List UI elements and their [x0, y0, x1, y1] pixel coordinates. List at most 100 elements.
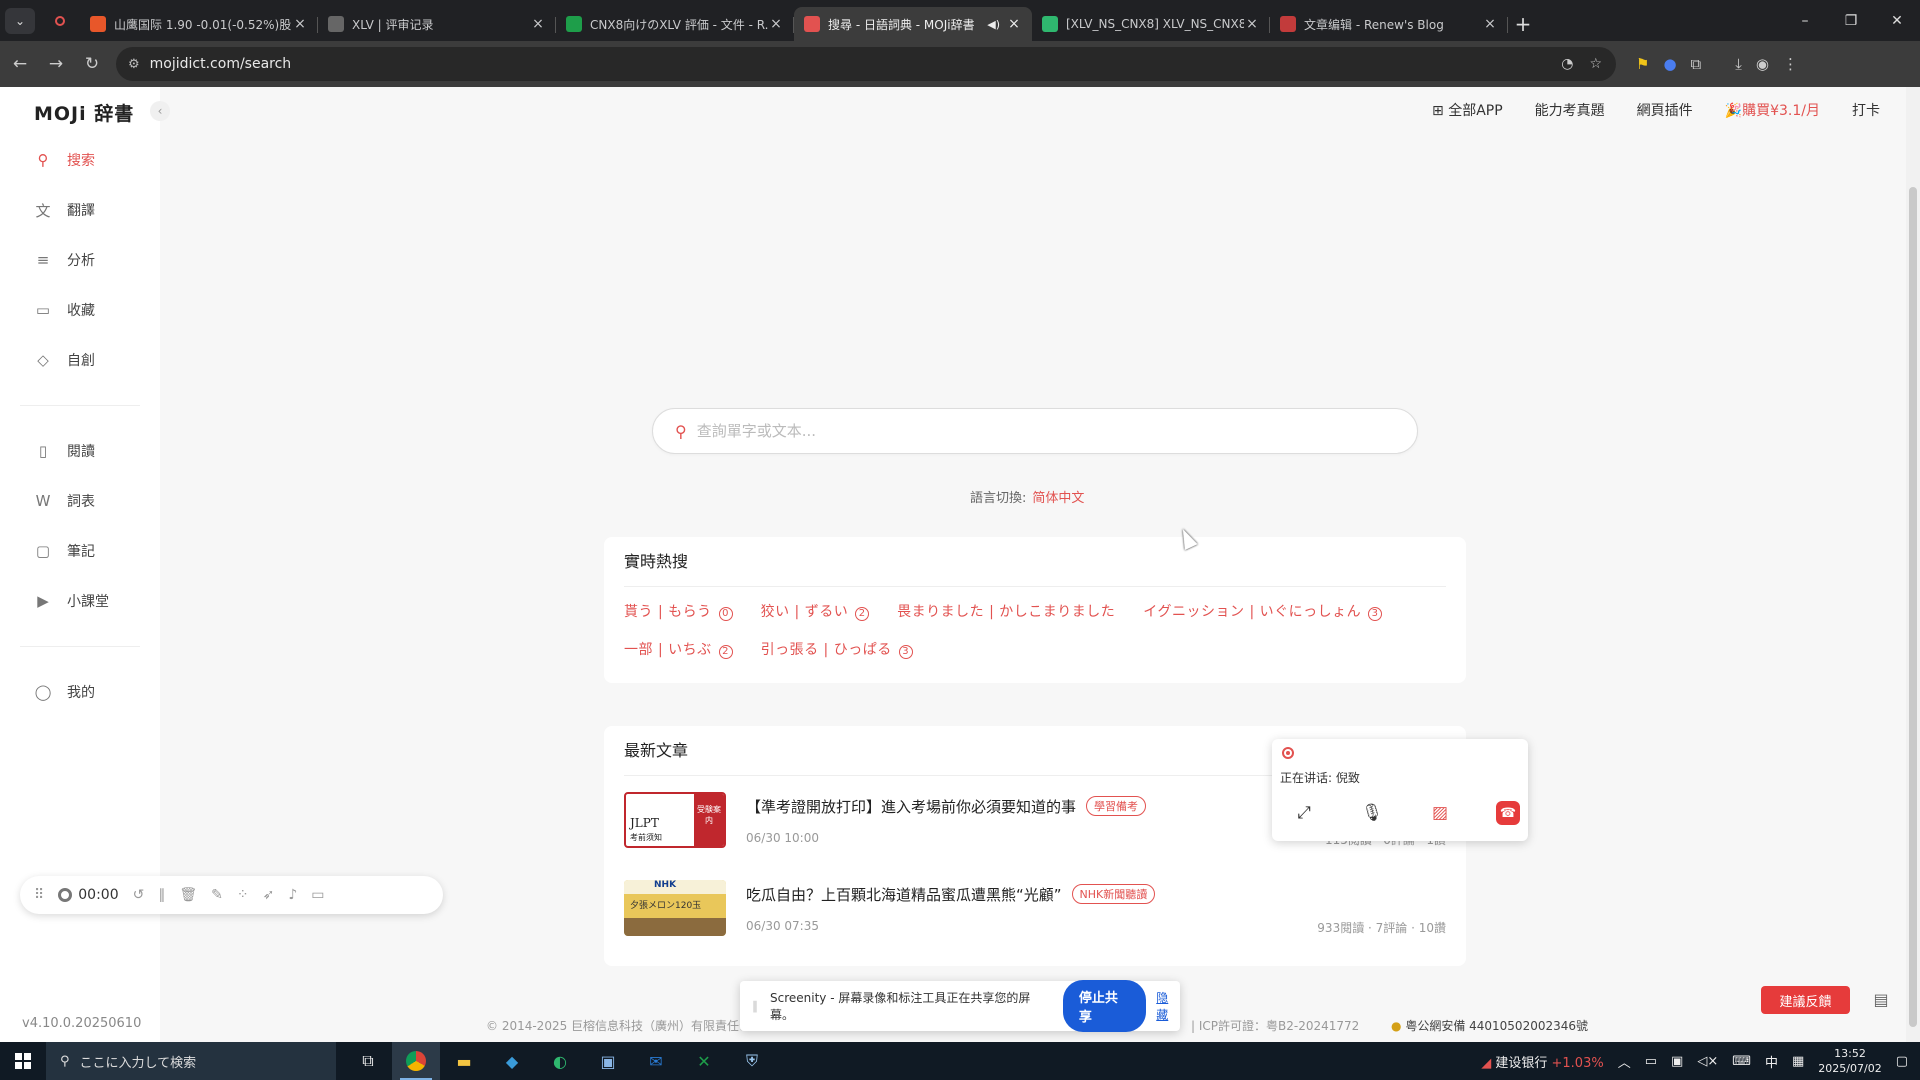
- hide-link[interactable]: 隐藏: [1156, 989, 1180, 1023]
- chrome-icon[interactable]: [392, 1042, 440, 1080]
- search-input[interactable]: [696, 422, 1297, 440]
- tab-search-button[interactable]: ⌄: [0, 0, 40, 41]
- notification-icon[interactable]: ▢: [1896, 1054, 1908, 1069]
- collapse-sidebar-icon[interactable]: ‹: [150, 101, 170, 121]
- taskbar-clock[interactable]: 13:52 2025/07/02: [1818, 1046, 1881, 1076]
- sidebar-item[interactable]: W 詞表: [0, 476, 160, 526]
- hot-search-item[interactable]: 一部 | いちぶ 2: [624, 639, 733, 659]
- buy-link[interactable]: 🎉購買¥3.1/月: [1725, 100, 1820, 120]
- icp-text[interactable]: | ICP許可證：粤B2-20241772: [1191, 1017, 1359, 1034]
- sidebar-item[interactable]: ▭ 收藏: [0, 285, 160, 335]
- outlook-icon[interactable]: ✉: [632, 1042, 680, 1080]
- new-tab-button[interactable]: +: [1508, 7, 1538, 41]
- article-tag[interactable]: 學習備考: [1086, 796, 1147, 816]
- pause-icon[interactable]: ∥: [158, 887, 165, 903]
- volume-muted-icon[interactable]: ◁×: [1697, 1054, 1718, 1069]
- hot-search-item[interactable]: 畏まりました | かしこまりました: [897, 601, 1115, 621]
- back-button[interactable]: ←: [4, 48, 36, 80]
- task-view-icon[interactable]: ⧉: [344, 1042, 392, 1080]
- sidebar-item[interactable]: 文翻譯: [0, 185, 160, 235]
- calculator-icon[interactable]: ▤: [1868, 986, 1894, 1012]
- speaker-icon[interactable]: ◀): [987, 18, 1000, 31]
- expand-icon[interactable]: ⤢: [1292, 801, 1316, 825]
- browser-tab[interactable]: CNX8向けのXLV 評価 - 文件 - R... ×: [556, 7, 794, 41]
- start-button[interactable]: [0, 1042, 46, 1080]
- exam-link[interactable]: 能力考真題: [1535, 100, 1605, 120]
- sidebar-item[interactable]: ◇ 自創: [0, 335, 160, 385]
- mic-muted-icon[interactable]: 🎙: [1360, 801, 1384, 825]
- delete-icon[interactable]: 🗑: [179, 887, 197, 903]
- article-item[interactable]: NHK 夕張メロン120玉 吃瓜自由？上百顆北海道精品蜜瓜遭黑熊“光顧” NHK新…: [624, 864, 1446, 952]
- close-tab-icon[interactable]: ×: [530, 16, 546, 32]
- stock-widget[interactable]: ◢ 建设银行 +1.03%: [1481, 1052, 1604, 1071]
- browser-tab[interactable]: 文章编辑 - Renew's Blog ×: [1270, 7, 1508, 41]
- browser-tab[interactable]: 山鹰国际 1.90 -0.01(-0.52%)股... ×: [80, 7, 318, 41]
- article-title[interactable]: 【準考證開放打印】進入考場前你必須要知道的事: [746, 796, 1076, 817]
- hot-search-item[interactable]: 引っ張る | ひっぱる 3: [761, 639, 913, 659]
- checkin-link[interactable]: 打卡: [1852, 100, 1880, 120]
- minimize-button[interactable]: –: [1782, 0, 1828, 41]
- close-tab-icon[interactable]: ×: [1006, 16, 1022, 32]
- sidebar-item[interactable]: ▯ 閱讀: [0, 426, 160, 476]
- edge-icon[interactable]: ◐: [536, 1042, 584, 1080]
- close-tab-icon[interactable]: ×: [768, 16, 784, 32]
- blur-icon[interactable]: ⁘: [237, 887, 249, 903]
- site-info-icon[interactable]: ⚙: [128, 57, 140, 72]
- download-icon[interactable]: ⤓: [1735, 55, 1742, 73]
- grip-icon[interactable]: ∥: [752, 999, 758, 1013]
- language-value-link[interactable]: 简体中文: [1032, 491, 1084, 506]
- hot-search-item[interactable]: 貰う | もらう 0: [624, 601, 733, 621]
- file-explorer-icon[interactable]: ▬: [440, 1042, 488, 1080]
- sidebar-item[interactable]: ⚲ 搜索: [0, 135, 160, 185]
- taskbar-search[interactable]: ⚲ ここに入力して検索: [46, 1042, 336, 1080]
- camera-off-icon[interactable]: ▨: [1428, 801, 1452, 825]
- network-icon[interactable]: ▣: [1671, 1054, 1683, 1069]
- article-title[interactable]: 吃瓜自由？上百顆北海道精品蜜瓜遭黑熊“光顧”: [746, 884, 1062, 905]
- close-tab-icon[interactable]: ×: [1244, 16, 1260, 32]
- feedback-button[interactable]: 建議反饋: [1761, 986, 1850, 1014]
- record-button-icon[interactable]: [58, 888, 73, 902]
- cursor-icon[interactable]: ➶: [263, 887, 275, 903]
- pen-icon[interactable]: ✎: [211, 887, 223, 903]
- hot-search-item[interactable]: イグニッション | いぐにっしょん 3: [1143, 601, 1383, 621]
- url-field[interactable]: ⚙ mojidict.com/search ◔ ☆: [116, 47, 1616, 81]
- sidebar-item[interactable]: ▶ 小課堂: [0, 576, 160, 626]
- police-record-link[interactable]: ● 粤公網安備 44010502002346號: [1391, 1017, 1588, 1034]
- sidebar-item[interactable]: ◯ 我的: [0, 667, 160, 717]
- forward-button[interactable]: →: [40, 48, 72, 80]
- photos-icon[interactable]: ▣: [584, 1042, 632, 1080]
- stop-sharing-button[interactable]: 停止共享: [1062, 980, 1147, 1032]
- bookmark-star-icon[interactable]: ☆: [1589, 56, 1602, 72]
- hot-search-item[interactable]: 狡い | ずるい 2: [761, 601, 870, 621]
- article-tag[interactable]: NHK新聞聽讀: [1071, 884, 1156, 904]
- camera-icon[interactable]: ▭: [311, 887, 324, 903]
- ime-grid-icon[interactable]: ▦: [1792, 1054, 1804, 1069]
- all-apps-link[interactable]: ⊞ 全部APP: [1432, 100, 1503, 120]
- plugin-link[interactable]: 網頁插件: [1637, 100, 1693, 120]
- shield-icon[interactable]: ⛨: [728, 1042, 776, 1080]
- performance-icon[interactable]: ◔: [1561, 56, 1573, 72]
- close-window-button[interactable]: ✕: [1874, 0, 1920, 41]
- hang-up-icon[interactable]: ☎: [1496, 801, 1520, 825]
- app-logo[interactable]: MOJi 辞書: [34, 99, 134, 126]
- meet-now-icon[interactable]: ▭: [1645, 1054, 1657, 1069]
- ime-indicator[interactable]: 中: [1765, 1052, 1778, 1071]
- excel-icon[interactable]: ✕: [680, 1042, 728, 1080]
- browser-tab[interactable]: 搜尋 - 日語詞典 - MOJi辞書 ◀) ×: [794, 7, 1032, 41]
- close-tab-icon[interactable]: ×: [292, 16, 308, 32]
- extension-circle-icon[interactable]: ●: [1663, 55, 1676, 73]
- ime-mode-icon[interactable]: ⌨: [1732, 1054, 1751, 1069]
- extensions-puzzle-icon[interactable]: ⧉: [1691, 55, 1702, 73]
- close-tab-icon[interactable]: ×: [1482, 16, 1498, 32]
- browser-tab[interactable]: [XLV_NS_CNX8] XLV_NS_CNX8... ×: [1032, 7, 1270, 41]
- browser-tab[interactable]: XLV | 评审记录 ×: [318, 7, 556, 41]
- profile-icon[interactable]: ◉: [1756, 55, 1769, 73]
- extension-flag-icon[interactable]: ⚑: [1636, 55, 1649, 73]
- edge-dev-icon[interactable]: ◆: [488, 1042, 536, 1080]
- browser-menu-icon[interactable]: ⋮: [1783, 55, 1798, 73]
- scrollbar-thumb[interactable]: [1909, 187, 1917, 1027]
- restart-icon[interactable]: ↺: [133, 887, 145, 903]
- reload-button[interactable]: ↻: [76, 48, 108, 80]
- search-box[interactable]: ⚲: [652, 408, 1418, 454]
- microphone-icon[interactable]: ♪: [288, 887, 297, 903]
